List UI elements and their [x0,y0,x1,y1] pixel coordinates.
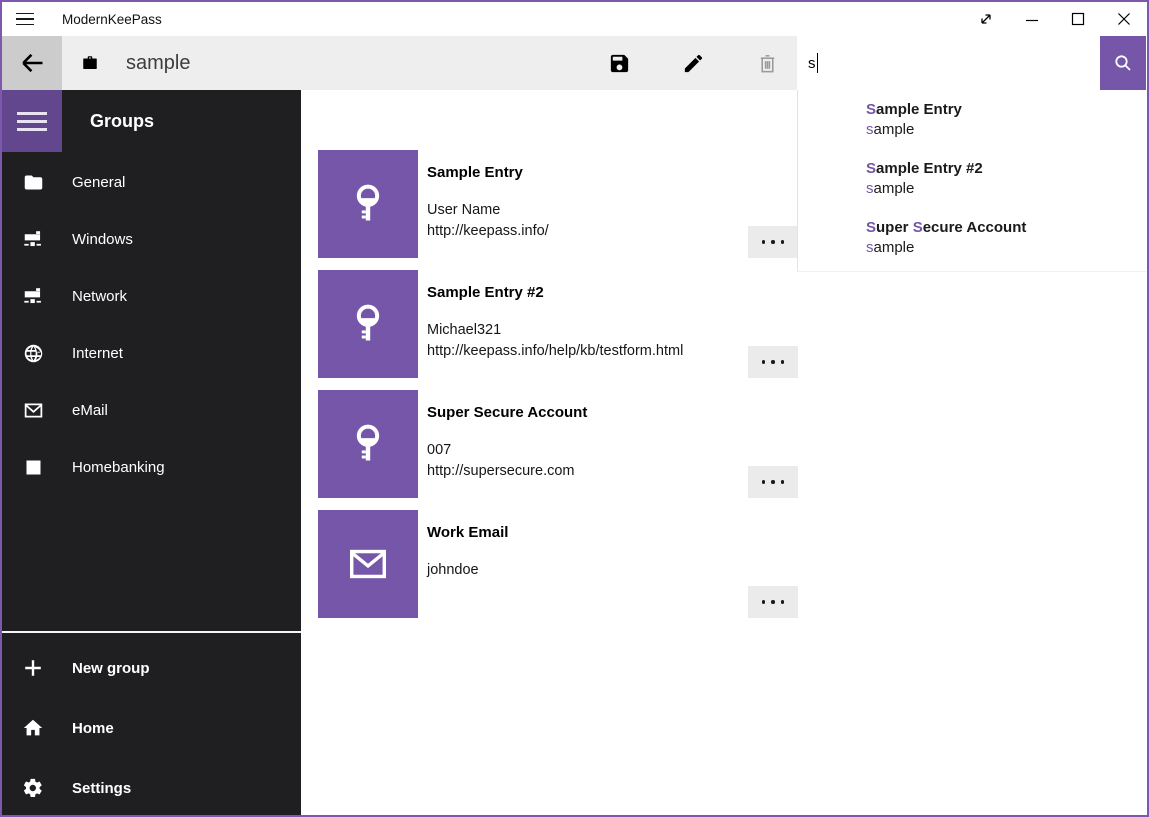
entry-row: Work Email johndoe [318,510,798,618]
groups-heading: Groups [90,106,154,136]
entry-more-button[interactable] [748,226,798,258]
key-icon [346,422,390,466]
close-icon [1112,7,1136,31]
key-icon [346,302,390,346]
edit-pencil-icon [682,52,705,75]
entry-tile[interactable] [318,150,418,258]
save-icon [608,52,631,75]
network-icon [22,228,44,250]
sidebar-item-label: Homebanking [72,459,165,476]
sidebar-item-network[interactable]: Network [2,274,301,318]
minimize-icon [1020,7,1044,31]
suggestion-subtitle: sample [866,120,1146,140]
entry-username: User Name [427,200,549,221]
suggestion-subtitle: sample [866,179,1146,199]
sidebar-item-new-group[interactable]: New group [2,646,301,690]
sidebar-item-label: New group [72,660,150,677]
search-submit-button[interactable] [1100,36,1146,90]
titlebar-hamburger-icon[interactable] [2,3,48,35]
save-button[interactable] [597,36,641,90]
square-icon [22,456,44,478]
close-button[interactable] [1101,3,1147,35]
search-suggestion[interactable]: Sample Entry sample [866,100,1146,140]
minimize-button[interactable] [1009,3,1055,35]
sidebar-item-label: Home [72,720,114,737]
globe-icon [22,342,44,364]
search-input[interactable]: s [797,36,1100,90]
sidebar-item-general[interactable]: General [2,160,301,204]
sidebar-item-windows[interactable]: Windows [2,217,301,261]
command-bar: sample [62,36,797,90]
suggestion-subtitle: sample [866,238,1146,258]
search-suggestion[interactable]: Super Secure Account sample [866,218,1146,258]
sidebar: Groups General Windows [2,90,301,815]
search-query-text: s [808,55,816,72]
back-button[interactable] [2,36,62,90]
search-box: s [797,36,1146,90]
edit-button[interactable] [671,36,715,90]
entry-username: johndoe [427,560,508,581]
sidebar-item-homebanking[interactable]: Homebanking [2,445,301,489]
resize-window-button[interactable] [963,3,1009,35]
entry-username: Michael321 [427,320,683,341]
sidebar-item-email[interactable]: eMail [2,388,301,432]
entry-url: http://supersecure.com [427,461,587,482]
database-briefcase-icon [81,54,99,72]
maximize-button[interactable] [1055,3,1101,35]
delete-trash-icon [756,52,779,75]
title-bar: ModernKeePass [2,2,1147,36]
entry-title: Super Secure Account [427,404,587,421]
sidebar-item-label: Windows [72,231,133,248]
sidebar-item-home[interactable]: Home [2,706,301,750]
entry-url: http://keepass.info/help/kb/testform.htm… [427,341,683,362]
resize-diagonal-icon [974,7,998,31]
entry-title: Sample Entry [427,164,549,181]
search-icon [1111,51,1135,75]
back-arrow-icon [18,49,46,77]
sidebar-item-label: eMail [72,402,108,419]
text-caret [817,53,819,73]
database-title: sample [126,52,190,75]
home-icon [22,717,44,739]
window-controls [963,3,1147,35]
entry-more-button[interactable] [748,346,798,378]
folder-icon [22,171,44,193]
entry-username: 007 [427,440,587,461]
entry-row: Sample Entry User Name http://keepass.in… [318,150,798,258]
entry-row: Super Secure Account 007 http://supersec… [318,390,798,498]
mail-icon [345,541,391,587]
key-icon [346,182,390,226]
sidebar-separator [2,631,301,633]
entry-title: Sample Entry #2 [427,284,683,301]
network-icon [22,285,44,307]
entry-row: Sample Entry #2 Michael321 http://keepas… [318,270,798,378]
entry-more-button[interactable] [748,586,798,618]
sidebar-item-label: General [72,174,125,191]
entry-tile[interactable] [318,390,418,498]
entry-tile[interactable] [318,510,418,618]
app-window: ModernKeePass [0,0,1149,817]
entry-more-button[interactable] [748,466,798,498]
suggestion-title: Sample Entry #2 [866,159,1146,179]
suggestion-title: Sample Entry [866,100,1146,120]
sidebar-item-label: Network [72,288,127,305]
entry-url: http://keepass.info/ [427,221,549,242]
gear-icon [22,777,44,799]
sidebar-item-label: Settings [72,780,131,797]
entry-tile[interactable] [318,270,418,378]
maximize-icon [1066,7,1090,31]
delete-button[interactable] [745,36,789,90]
search-suggestions-flyout: Sample Entry sample Sample Entry #2 samp… [797,90,1146,272]
plus-icon [22,657,44,679]
search-suggestion[interactable]: Sample Entry #2 sample [866,159,1146,199]
sidebar-item-label: Internet [72,345,123,362]
suggestion-title: Super Secure Account [866,218,1146,238]
sidebar-item-internet[interactable]: Internet [2,331,301,375]
app-title: ModernKeePass [62,12,162,27]
sidebar-hamburger-button[interactable] [2,90,62,152]
entry-title: Work Email [427,524,508,541]
mail-icon [22,399,44,421]
command-actions [597,36,789,90]
sidebar-item-settings[interactable]: Settings [2,766,301,810]
